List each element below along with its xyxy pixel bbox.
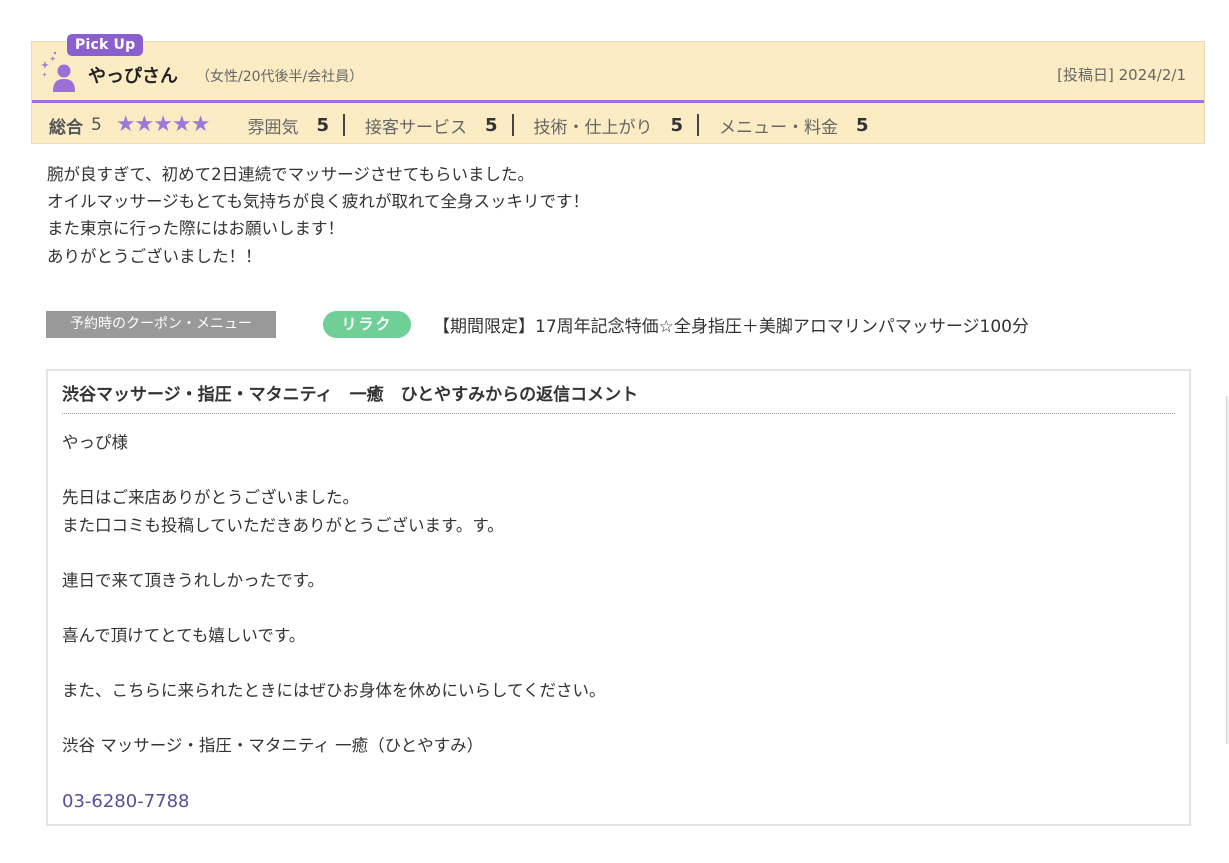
reviewer-name[interactable]: やっぴさん <box>88 62 178 88</box>
review-card: Pick Up やっぴさん （女性/20代後半/会社員） [投稿日] 2024/… <box>31 34 1205 826</box>
rating-separator <box>697 114 700 136</box>
review-line: オイルマッサージもとても気持ちが良く疲れが取れて全身スッキリです！ <box>47 192 590 212</box>
reply-paragraph: やっぴ様 <box>62 429 606 457</box>
rating-label: メニュー・料金 <box>719 117 839 138</box>
coupon-name[interactable]: 【期間限定】17周年記念特価☆全身指圧＋美脚アロマリンパマッサージ100分 <box>433 312 1029 337</box>
review-header: Pick Up やっぴさん （女性/20代後半/会社員） [投稿日] 2024/… <box>31 34 1205 144</box>
rating-label: 雰囲気 <box>247 117 299 138</box>
phone-link[interactable]: 03-6280-7788 <box>62 791 190 812</box>
reply-line: 連日で来て頂きうれしかったです。 <box>62 570 325 590</box>
rating-label: 接客サービス <box>364 117 467 138</box>
reply-paragraph: 連日で来て頂きうれしかったです。 <box>62 567 606 595</box>
header-divider <box>32 100 1204 103</box>
review-line: また東京に行った際にはお願いします！ <box>47 219 344 239</box>
reply-line: 喜んで頂けてとても嬉しいです。 <box>62 625 306 645</box>
rating-service: 接客サービス 5 <box>365 113 498 138</box>
reply-paragraph: 先日はご来店ありがとうございました。 また口コミも投稿していただきありがとうござ… <box>62 484 606 539</box>
reply-line: 先日はご来店ありがとうございました。 <box>62 488 359 507</box>
coupon-row: 予約時のクーポン・メニュー リラク 【期間限定】17周年記念特価☆全身指圧＋美脚… <box>46 311 1029 338</box>
rating-score: 5 <box>316 114 329 136</box>
user-avatar-icon <box>41 51 75 92</box>
reply-paragraph: 渋谷 マッサージ・指圧・マタニティ 一癒（ひとやすみ） <box>62 732 606 760</box>
post-date: [投稿日] 2024/2/1 <box>1057 66 1186 84</box>
ratings-row: 総合 5 ★★★★★ 雰囲気 5 接客サービス 5 技術・仕上がり 5 メニュー… <box>49 112 869 138</box>
rating-score: 5 <box>670 114 684 136</box>
rating-atmosphere: 雰囲気 5 <box>247 113 329 138</box>
reply-line: 渋谷 マッサージ・指圧・マタニティ 一癒（ひとやすみ） <box>62 735 484 755</box>
reply-paragraph: また、こちらに来られたときにはぜひお身体を休めにいらしてください。 <box>62 677 606 705</box>
review-line: ありがとうございました！！ <box>47 246 262 266</box>
reply-line: また口コミも投稿していただきありがとうございます。す。 <box>62 515 504 535</box>
coupon-category-badge: リラク <box>323 311 411 338</box>
rating-score: 5 <box>856 114 869 136</box>
reply-line: やっぴ様 <box>62 433 128 452</box>
rating-label: 技術・仕上がり <box>533 117 653 138</box>
rating-separator <box>511 114 514 136</box>
rating-menu-price: メニュー・料金 5 <box>719 113 869 138</box>
review-line: 腕が良すぎて、初めて2日連続でマッサージさせてもらいました。 <box>47 165 535 184</box>
overall-label: 総合 <box>49 117 83 138</box>
review-text: 腕が良すぎて、初めて2日連続でマッサージさせてもらいました。 オイルマッサージも… <box>47 161 589 270</box>
pickup-badge: Pick Up <box>67 34 144 56</box>
rating-score: 5 <box>484 114 498 136</box>
rating-technique: 技術・仕上がり 5 <box>534 113 684 138</box>
reply-line: また、こちらに来られたときにはぜひお身体を休めにいらしてください。 <box>62 680 606 700</box>
reviewer-attributes: （女性/20代後半/会社員） <box>196 69 364 85</box>
star-rating: ★★★★★ <box>115 112 211 137</box>
overall-score: 5 <box>91 115 102 135</box>
reply-body: やっぴ様 先日はご来店ありがとうございました。 また口コミも投稿していただきあり… <box>62 429 606 787</box>
reply-box: 渋谷マッサージ・指圧・マタニティ 一癒 ひとやすみからの返信コメント やっぴ様 … <box>46 369 1191 826</box>
rating-separator <box>342 114 345 136</box>
coupon-label: 予約時のクーポン・メニュー <box>46 311 276 338</box>
reply-divider <box>62 413 1175 414</box>
reply-title: 渋谷マッサージ・指圧・マタニティ 一癒 ひとやすみからの返信コメント <box>62 385 639 405</box>
reply-paragraph: 喜んで頂けてとても嬉しいです。 <box>62 622 606 650</box>
sparkle-icon <box>41 51 57 77</box>
